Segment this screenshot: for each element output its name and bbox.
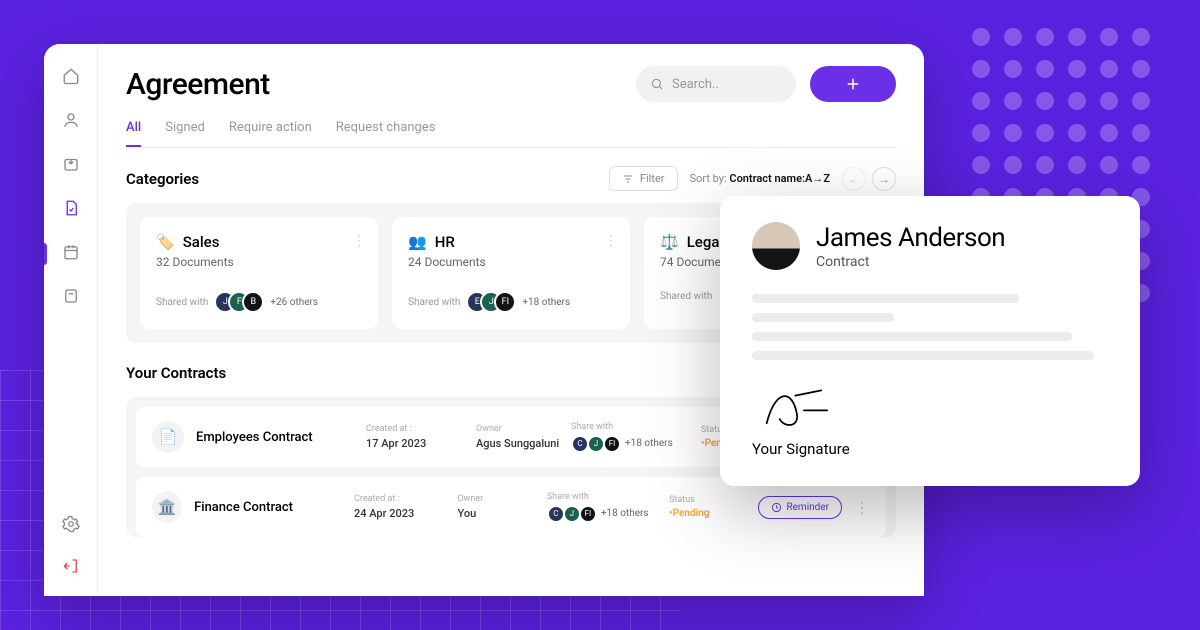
sidebar-active-indicator	[44, 243, 47, 265]
avatar: FI	[579, 505, 597, 523]
tab-require-action[interactable]: Require action	[229, 120, 312, 147]
logout-icon[interactable]	[61, 556, 81, 576]
topbar: Agreement Search..	[126, 66, 896, 102]
search-placeholder: Search..	[672, 77, 719, 92]
document-sign-icon[interactable]	[61, 198, 81, 218]
placeholder-lines	[752, 294, 1108, 360]
user-icon[interactable]	[61, 110, 81, 130]
settings-icon[interactable]	[61, 514, 81, 534]
tab-all[interactable]: All	[126, 120, 141, 147]
sidebar	[44, 44, 98, 596]
prev-button[interactable]: ←	[842, 167, 866, 191]
page-title: Agreement	[126, 67, 270, 102]
search-input[interactable]: Search..	[636, 66, 796, 102]
row-more-icon[interactable]: ⋮	[854, 498, 870, 517]
card-more-icon[interactable]: ⋮	[352, 233, 366, 249]
avatar-stack: J F B	[214, 291, 264, 313]
plus-icon	[844, 75, 862, 93]
contract-row[interactable]: 🏛️ Finance Contract Created at :24 Apr 2…	[136, 477, 886, 537]
signature-area[interactable]: Your Signature	[752, 380, 1108, 458]
add-button[interactable]	[810, 66, 896, 102]
avatar: FI	[603, 435, 621, 453]
avatar: FI	[494, 291, 516, 313]
bank-icon: 🏛️	[152, 491, 182, 523]
signature-popup: James Anderson Contract Your Signature	[720, 196, 1140, 486]
user-avatar	[752, 222, 800, 270]
tabs: All Signed Require action Request change…	[126, 120, 896, 148]
category-card-sales[interactable]: ⋮ 🏷️Sales 32 Documents Shared with J F B…	[140, 217, 378, 329]
home-icon[interactable]	[61, 66, 81, 86]
calendar-icon[interactable]	[61, 242, 81, 262]
signature-icon	[752, 380, 842, 432]
category-card-hr[interactable]: ⋮ 👥HR 24 Documents Shared with E J FI +1…	[392, 217, 630, 329]
inbox-icon[interactable]	[61, 154, 81, 174]
people-icon: 👥	[408, 233, 427, 251]
filter-button[interactable]: Filter	[609, 166, 678, 191]
categories-title: Categories	[126, 170, 199, 188]
sort-control[interactable]: Sort by: Contract name:A→Z	[690, 172, 830, 185]
tag-icon: 🏷️	[156, 233, 175, 251]
popup-user-name: James Anderson	[816, 223, 1005, 253]
card-more-icon[interactable]: ⋮	[604, 233, 618, 249]
next-button[interactable]: →	[872, 167, 896, 191]
tab-request-changes[interactable]: Request changes	[336, 120, 436, 147]
document-icon: 📄	[152, 421, 184, 453]
tab-signed[interactable]: Signed	[165, 120, 205, 147]
avatar-stack: E J FI	[466, 291, 516, 313]
scale-icon: ⚖️	[660, 233, 679, 251]
popup-subtitle: Contract	[816, 254, 1005, 270]
avatar: B	[242, 291, 264, 313]
clock-icon	[771, 502, 782, 513]
signature-label: Your Signature	[752, 440, 1108, 458]
filter-icon	[622, 173, 634, 185]
reminder-button[interactable]: Reminder	[758, 496, 842, 519]
search-icon	[650, 77, 664, 91]
archive-icon[interactable]	[61, 286, 81, 306]
contracts-title: Your Contracts	[126, 364, 226, 382]
